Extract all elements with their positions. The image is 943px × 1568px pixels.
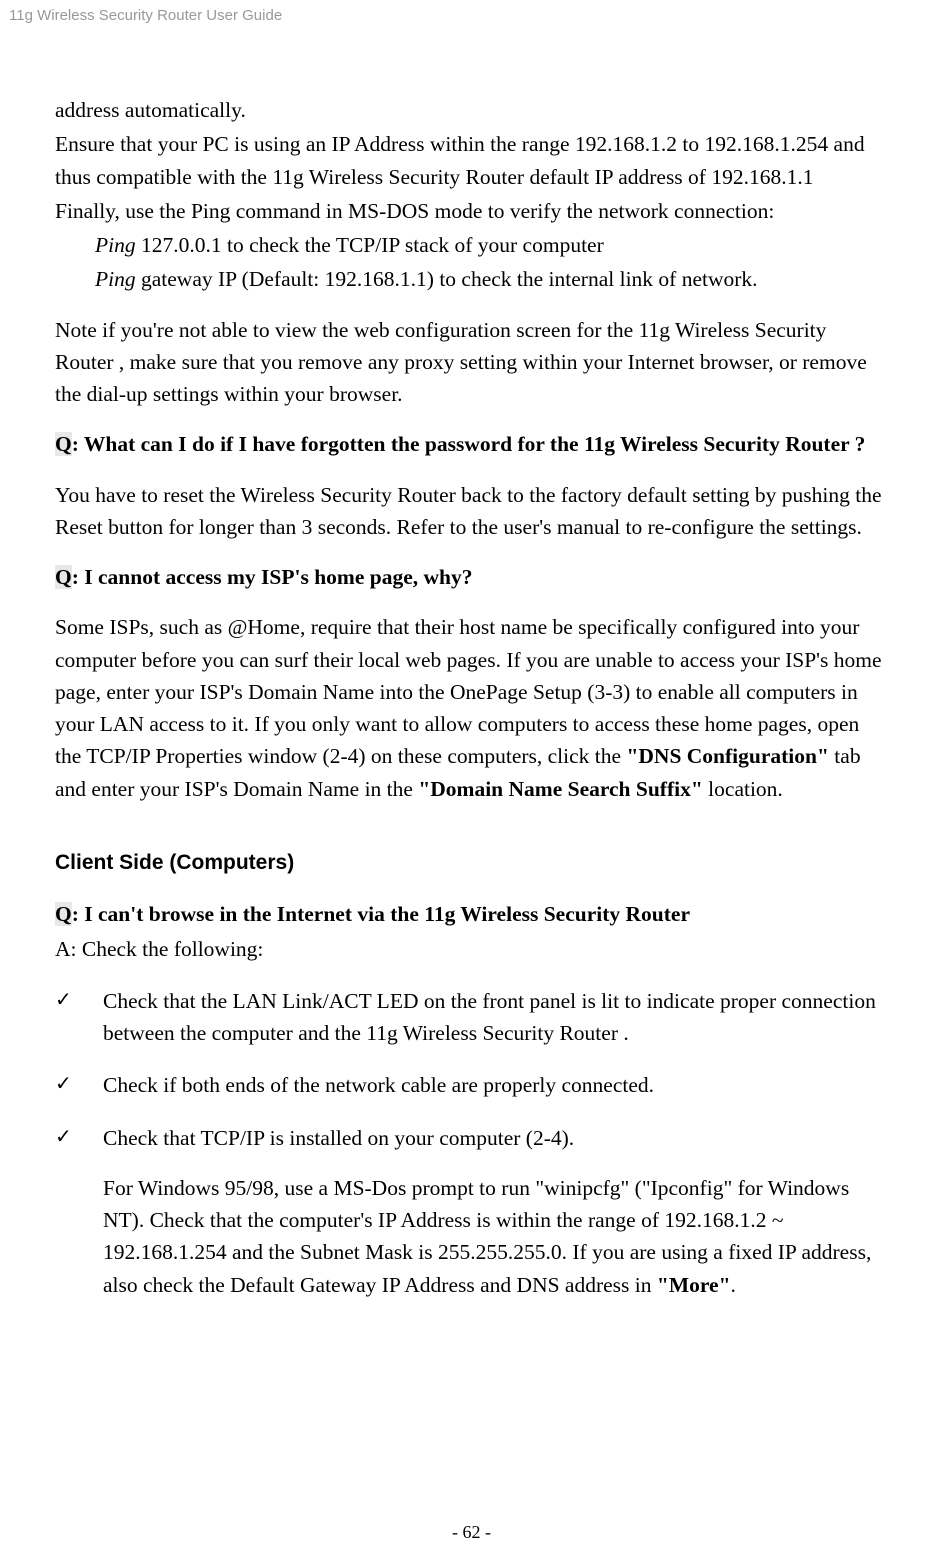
check-item-lan-led: Check that the LAN Link/ACT LED on the f…: [55, 985, 888, 1050]
ping-text: 127.0.0.1 to check the TCP/IP stack of y…: [136, 233, 604, 257]
note-proxy: Note if you're not able to view the web …: [55, 314, 888, 411]
answer-text: location.: [703, 777, 783, 801]
ping-text: gateway IP (Default: 192.168.1.1) to che…: [136, 267, 758, 291]
page-content: address automatically. Ensure that your …: [0, 24, 943, 1301]
check-item-tcpip: Check that TCP/IP is installed on your c…: [55, 1122, 888, 1301]
answer-check-following: A: Check the following:: [55, 933, 888, 965]
question-cant-browse: Q: I can't browse in the Internet via th…: [55, 898, 888, 930]
q-text: : I cannot access my ISP's home page, wh…: [72, 565, 473, 589]
question-isp-homepage: Q: I cannot access my ISP's home page, w…: [55, 561, 888, 593]
q-marker: Q: [55, 902, 72, 926]
paragraph-address-auto: address automatically.: [55, 94, 888, 126]
page-header: 11g Wireless Security Router User Guide: [0, 0, 943, 24]
ping-command-2: Ping gateway IP (Default: 192.168.1.1) t…: [55, 263, 888, 295]
checklist: Check that the LAN Link/ACT LED on the f…: [55, 985, 888, 1301]
q-marker: Q: [55, 565, 72, 589]
q-text: : I can't browse in the Internet via the…: [72, 902, 690, 926]
section-heading-client-side: Client Side (Computers): [55, 847, 888, 879]
sub-text: .: [731, 1273, 736, 1297]
check-text: Check that TCP/IP is installed on your c…: [103, 1122, 888, 1154]
check-item-cable: Check if both ends of the network cable …: [55, 1069, 888, 1101]
domain-suffix-label: "Domain Name Search Suffix": [418, 777, 702, 801]
answer-forgot-password: You have to reset the Wireless Security …: [55, 479, 888, 544]
more-label: "More": [657, 1273, 731, 1297]
answer-isp-homepage: Some ISPs, such as @Home, require that t…: [55, 611, 888, 805]
q-text: : What can I do if I have forgotten the …: [72, 432, 866, 456]
ping-command-1: Ping 127.0.0.1 to check the TCP/IP stack…: [55, 229, 888, 261]
page-number: - 62 -: [0, 1522, 943, 1543]
question-forgot-password: Q: What can I do if I have forgotten the…: [55, 428, 888, 460]
paragraph-ping-intro: Finally, use the Ping command in MS-DOS …: [55, 195, 888, 227]
sub-text: For Windows 95/98, use a MS-Dos prompt t…: [103, 1176, 871, 1297]
paragraph-ip-range: Ensure that your PC is using an IP Addre…: [55, 128, 888, 193]
dns-config-label: "DNS Configuration": [626, 744, 828, 768]
ping-label: Ping: [95, 267, 136, 291]
q-marker: Q: [55, 432, 72, 456]
check-subtext: For Windows 95/98, use a MS-Dos prompt t…: [103, 1172, 888, 1301]
ping-label: Ping: [95, 233, 136, 257]
